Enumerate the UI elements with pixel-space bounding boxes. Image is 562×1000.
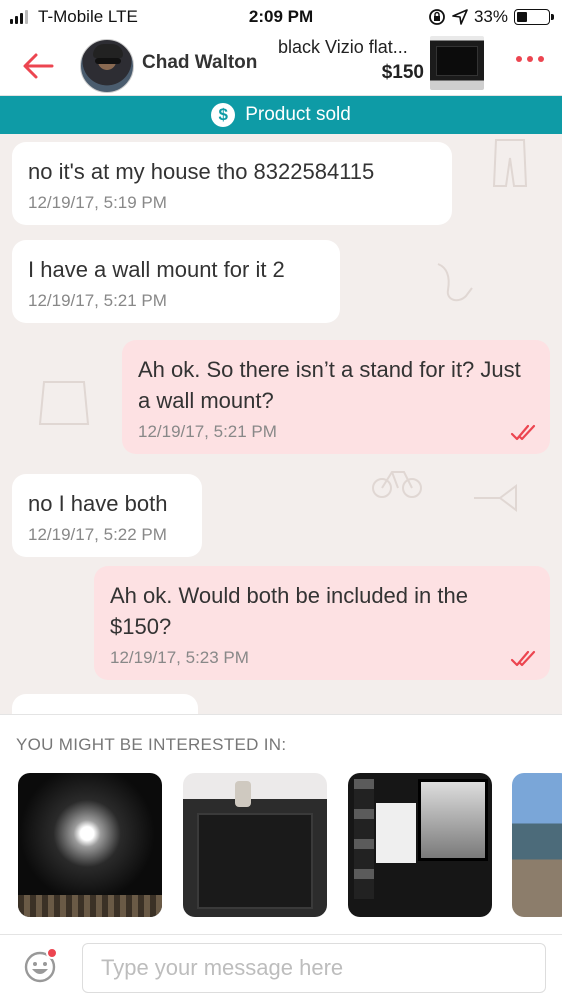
double-check-icon bbox=[510, 650, 536, 667]
location-icon bbox=[452, 9, 468, 25]
rotation-lock-icon bbox=[429, 9, 445, 25]
message-text: I have a wall mount for it 2 bbox=[28, 257, 285, 282]
message-bubble-incoming[interactable]: no I have both 12/19/17, 5:22 PM bbox=[12, 474, 202, 557]
clothes-doodle-icon bbox=[38, 381, 90, 425]
battery-percent: 33% bbox=[473, 7, 508, 26]
message-bubble-incoming[interactable] bbox=[12, 694, 198, 714]
product-sold-banner: $ Product sold bbox=[0, 96, 562, 134]
banner-label: Product sold bbox=[245, 104, 351, 125]
message-bubble-outgoing[interactable]: Ah ok. So there isn’t a stand for it? Ju… bbox=[122, 340, 550, 454]
product-price: $150 bbox=[381, 62, 424, 83]
message-time: 12/19/17, 5:23 PM bbox=[110, 648, 249, 667]
message-time: 12/19/17, 5:22 PM bbox=[28, 525, 167, 544]
product-title[interactable]: black Vizio flat... bbox=[278, 37, 428, 58]
user-name[interactable]: Chad Walton bbox=[142, 52, 257, 74]
message-text: Ah ok. So there isn’t a stand for it? Ju… bbox=[138, 357, 521, 413]
message-input[interactable] bbox=[82, 943, 546, 993]
saxophone-doodle-icon bbox=[437, 263, 473, 302]
avatar[interactable] bbox=[80, 39, 134, 93]
suggestions-title: YOU MIGHT BE INTERESTED IN: bbox=[16, 735, 287, 754]
suggestions-panel: YOU MIGHT BE INTERESTED IN: bbox=[0, 714, 562, 934]
dollar-icon: $ bbox=[211, 103, 236, 127]
message-text: Ah ok. Would both be included in the $15… bbox=[110, 583, 468, 639]
message-text: no it's at my house tho 8322584115 bbox=[28, 159, 375, 184]
message-bubble-incoming[interactable]: I have a wall mount for it 2 12/19/17, 5… bbox=[12, 240, 340, 323]
more-options-icon[interactable] bbox=[516, 56, 544, 62]
message-time: 12/19/17, 5:19 PM bbox=[28, 193, 167, 212]
product-thumbnail[interactable] bbox=[430, 36, 484, 90]
message-bubble-incoming[interactable]: no it's at my house tho 8322584115 12/19… bbox=[12, 142, 452, 225]
battery-icon bbox=[514, 9, 554, 25]
chat-area[interactable]: no it's at my house tho 8322584115 12/19… bbox=[0, 134, 562, 714]
suggested-item-thumbnail[interactable] bbox=[183, 773, 327, 917]
message-time: 12/19/17, 5:21 PM bbox=[138, 422, 277, 441]
message-bubble-outgoing[interactable]: Ah ok. Would both be included in the $15… bbox=[94, 566, 550, 680]
trumpet-doodle-icon bbox=[474, 484, 517, 512]
suggested-item-thumbnail[interactable] bbox=[18, 773, 162, 917]
chat-header: Chad Walton black Vizio flat... $150 bbox=[0, 34, 562, 96]
suggested-item-thumbnail[interactable] bbox=[348, 773, 492, 917]
bicycle-doodle-icon bbox=[372, 471, 422, 498]
back-arrow-icon[interactable] bbox=[18, 46, 58, 86]
jeans-doodle-icon bbox=[492, 139, 528, 187]
notification-dot bbox=[46, 947, 58, 959]
message-text: no I have both bbox=[28, 491, 168, 516]
status-bar: T-Mobile LTE 2:09 PM 33% bbox=[0, 0, 562, 34]
suggested-item-thumbnail[interactable] bbox=[512, 773, 562, 917]
double-check-icon bbox=[510, 424, 536, 441]
message-time: 12/19/17, 5:21 PM bbox=[28, 291, 167, 310]
message-input-bar bbox=[0, 934, 562, 1000]
